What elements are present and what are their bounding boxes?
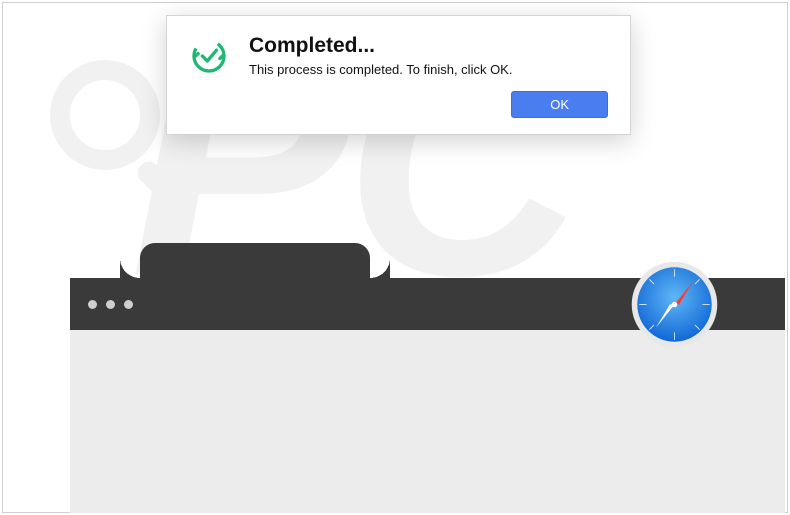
browser-tab[interactable]: [140, 243, 370, 278]
dialog-title: Completed...: [249, 34, 608, 58]
ok-button[interactable]: OK: [511, 91, 608, 118]
safari-icon: [628, 258, 721, 351]
completion-dialog: Completed... This process is completed. …: [166, 15, 631, 135]
traffic-light-zoom-icon[interactable]: [124, 300, 133, 309]
dialog-text: Completed... This process is completed. …: [249, 34, 608, 77]
browser-content-area: [70, 330, 785, 513]
dialog-message: This process is completed. To finish, cl…: [249, 62, 608, 77]
traffic-light-close-icon[interactable]: [88, 300, 97, 309]
dialog-body: Completed... This process is completed. …: [189, 34, 608, 77]
dialog-actions: OK: [189, 91, 608, 118]
traffic-light-minimize-icon[interactable]: [106, 300, 115, 309]
completed-check-icon: [189, 36, 229, 76]
browser-window: [70, 278, 785, 513]
